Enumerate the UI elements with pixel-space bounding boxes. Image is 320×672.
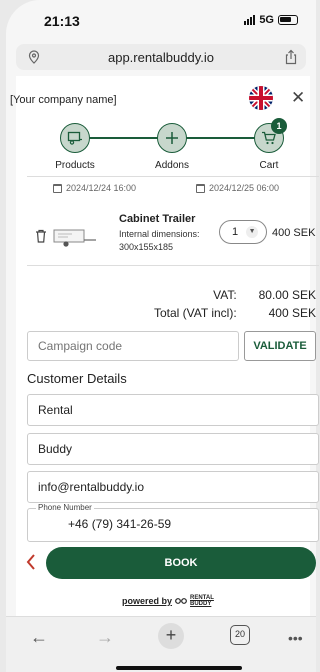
uk-flag-icon[interactable] <box>249 86 273 110</box>
last-name-field[interactable]: Buddy <box>27 433 319 465</box>
phone-label: Phone Number <box>36 503 94 512</box>
calendar-icon <box>196 183 205 193</box>
email-field[interactable]: info@rentalbuddy.io <box>27 471 319 503</box>
vat-label: VAT: <box>213 288 237 302</box>
cart-count-badge: 1 <box>271 118 287 134</box>
status-bar: 21:13 5G <box>0 0 310 42</box>
more-icon[interactable]: ••• <box>288 630 303 646</box>
brand-line-2: BUDDY <box>190 601 212 607</box>
share-icon[interactable] <box>284 49 298 65</box>
trailer-icon <box>67 131 82 145</box>
step-products[interactable] <box>60 123 90 153</box>
battery-icon <box>278 15 298 25</box>
start-date: 2024/12/24 16:00 <box>53 183 136 193</box>
brand-wordmark: RENTAL BUDDY <box>190 595 214 607</box>
calendar-icon <box>53 183 62 193</box>
book-button[interactable]: BOOK <box>46 547 316 579</box>
powered-by-link[interactable]: powered by RENTAL BUDDY <box>122 595 214 607</box>
dimensions-value: 300x155x185 <box>119 242 174 252</box>
quantity-value: 1 <box>232 226 239 238</box>
chevron-down-icon: ▼ <box>246 226 259 238</box>
back-chevron-icon[interactable] <box>25 552 37 572</box>
quantity-select[interactable]: 1 ▼ <box>219 220 267 244</box>
first-name-field[interactable]: Rental <box>27 394 319 426</box>
step-label-products: Products <box>55 160 95 171</box>
url-text: app.rentalbuddy.io <box>107 49 214 65</box>
step-addons[interactable] <box>157 123 187 153</box>
divider <box>27 176 319 177</box>
company-name: [Your company name] <box>10 94 117 106</box>
customer-details-title: Customer Details <box>27 371 127 386</box>
dimensions-label: Internal dimensions: <box>119 229 200 239</box>
total-label: Total (VAT incl): <box>153 306 237 320</box>
signal-icon <box>244 15 256 25</box>
campaign-code-input[interactable] <box>27 331 239 361</box>
forward-arrow-icon[interactable]: → <box>96 627 114 648</box>
step-label-addons: Addons <box>155 160 189 171</box>
status-time: 21:13 <box>44 13 80 29</box>
vat-value: 80.00 SEK <box>258 288 316 302</box>
end-date-text: 2024/12/25 06:00 <box>209 183 280 193</box>
vat-row: VAT: 80.00 SEK <box>116 288 316 302</box>
step-label-cart: Cart <box>259 160 279 171</box>
plus-icon <box>166 132 178 144</box>
total-row: Total (VAT incl): 400 SEK <box>116 306 316 320</box>
status-indicators: 5G <box>244 14 298 26</box>
tabs-count-button[interactable]: 20 <box>230 625 250 645</box>
new-tab-button[interactable]: + <box>158 623 184 649</box>
phone-value: +46 (79) 341-26-59 <box>68 517 172 531</box>
trailer-image <box>53 229 96 247</box>
network-label: 5G <box>259 14 274 26</box>
item-price: 400 SEK <box>272 227 316 239</box>
end-date: 2024/12/25 06:00 <box>196 183 279 193</box>
home-indicator <box>116 666 242 670</box>
address-bar[interactable]: app.rentalbuddy.io <box>16 44 306 70</box>
close-icon[interactable]: ✕ <box>291 88 305 108</box>
product-title: Cabinet Trailer <box>119 213 196 225</box>
browser-toolbar: ← → + 20 ••• <box>6 616 316 672</box>
back-arrow-icon[interactable]: ← <box>30 627 48 648</box>
start-date-text: 2024/12/24 16:00 <box>66 183 137 193</box>
validate-button[interactable]: VALIDATE <box>244 331 316 361</box>
product-dimensions: Internal dimensions: 300x155x185 <box>119 228 219 254</box>
divider <box>27 265 319 266</box>
rentalbuddy-logo-icon <box>175 598 187 604</box>
trash-icon[interactable] <box>35 229 47 243</box>
total-value: 400 SEK <box>268 306 316 320</box>
powered-by-text: powered by <box>122 596 173 606</box>
